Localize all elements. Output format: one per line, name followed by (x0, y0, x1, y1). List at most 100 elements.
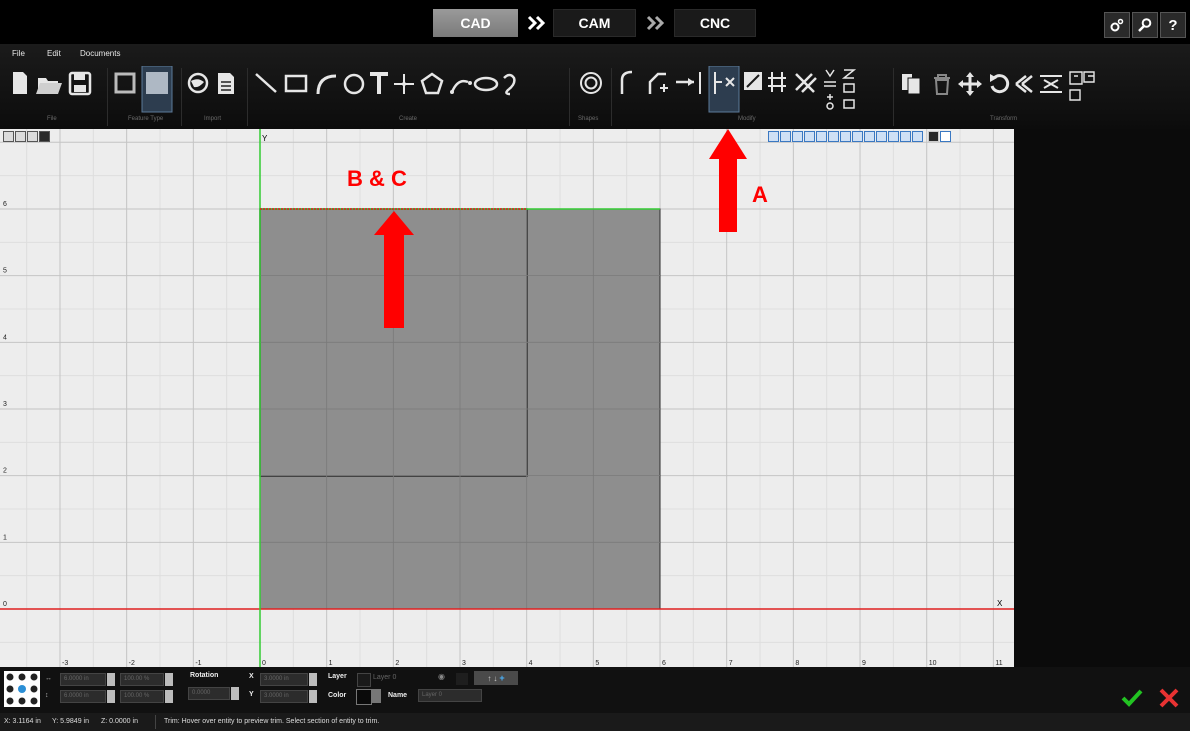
modify-tools[interactable] (616, 66, 890, 114)
layer-order-buttons[interactable]: ↑ ↓ + (474, 671, 518, 685)
snap-toolbar (768, 131, 951, 144)
x-tick-label: 1 (329, 660, 333, 667)
color-label: Color (328, 692, 347, 699)
circle-icon (343, 73, 365, 95)
layer-down-icon[interactable]: ↓ (493, 674, 497, 683)
x-tick-label: 7 (729, 660, 733, 667)
snap-midpoint-icon[interactable] (816, 131, 827, 142)
name-field[interactable]: Layer 0 (418, 689, 482, 702)
status-x: X: 3.1164 in (4, 718, 41, 725)
snap-nearest-icon[interactable] (840, 131, 851, 142)
menu-file[interactable]: File (12, 49, 25, 58)
shapes-tools[interactable] (578, 70, 606, 96)
zoom-window-icon[interactable] (39, 131, 50, 142)
x-tick-label: 5 (595, 660, 599, 667)
pan-icon[interactable] (3, 131, 14, 142)
color-swatch[interactable] (356, 689, 372, 705)
scale-width-field[interactable]: 100.00 % (120, 673, 164, 686)
cancel-button[interactable] (1158, 687, 1180, 714)
add-layer-icon[interactable]: + (499, 673, 504, 683)
zoom-in-icon[interactable] (15, 131, 26, 142)
separator (893, 68, 894, 126)
layer-dropdown[interactable]: Layer 0 (373, 674, 396, 681)
rotation-stepper[interactable] (231, 687, 239, 700)
eye-icon[interactable]: ◉ (438, 672, 445, 681)
x-position-stepper[interactable] (309, 673, 317, 686)
y-tick-label: 1 (3, 534, 7, 541)
height-field[interactable]: 6.0000 in (60, 690, 106, 703)
snap-circle-icon[interactable] (900, 131, 911, 142)
group-label-modify: Modify (738, 116, 756, 122)
grid-toggle-icon[interactable] (940, 131, 951, 142)
tab-cam[interactable]: CAM (553, 9, 636, 37)
chamfer-icon (648, 72, 668, 94)
status-divider (155, 715, 156, 729)
scale-height-field[interactable]: 100.00 % (120, 690, 164, 703)
snap-perpendicular-icon[interactable] (852, 131, 863, 142)
width-stepper[interactable] (107, 673, 115, 686)
view-toolbar (3, 131, 50, 144)
anchor-point-selector[interactable] (4, 671, 40, 707)
y-tick-label: 5 (3, 268, 7, 275)
array-icon (1069, 71, 1095, 101)
lock-icon[interactable] (456, 673, 468, 685)
import-tools[interactable] (186, 70, 242, 96)
copy-icon (902, 74, 921, 95)
x-position-field[interactable]: 3.0000 in (260, 673, 308, 686)
x-tick-label: 0 (262, 660, 266, 667)
drawing-canvas[interactable]: -3 -2 -1 0 1 2 3 4 5 6 7 8 9 10 11 0 1 2 3 4 5 6 X Y (0, 129, 1014, 667)
y-position-field[interactable]: 3.0000 in (260, 690, 308, 703)
tab-cad[interactable]: CAD (433, 9, 518, 37)
group-label-import: Import (204, 116, 222, 122)
annotation-label-bc: B & C (347, 166, 407, 191)
width-field[interactable]: 6.0000 in (60, 673, 106, 686)
drawing-area[interactable]: -3 -2 -1 0 1 2 3 4 5 6 7 8 9 10 11 0 1 2 3 4 5 6 X Y (0, 129, 1014, 667)
layer-up-icon[interactable]: ↑ (487, 674, 491, 683)
polyline-icon (450, 79, 472, 94)
transform-tools[interactable] (898, 70, 1118, 104)
scale-width-stepper[interactable] (165, 673, 173, 686)
help-icon[interactable]: ? (1160, 12, 1186, 38)
height-stepper[interactable] (107, 690, 115, 703)
line-icon (255, 73, 277, 93)
import-document-icon (218, 73, 234, 94)
snap-arc-icon[interactable] (912, 131, 923, 142)
mode-bar: CAD CAM CNC ? (0, 0, 1190, 44)
accept-button[interactable] (1120, 687, 1144, 714)
feature-type-tools[interactable] (112, 66, 178, 114)
snap-center-icon[interactable] (780, 131, 791, 142)
snap-endpoint-icon[interactable] (792, 131, 803, 142)
zoom-extents-icon[interactable] (27, 131, 38, 142)
rotation-field[interactable]: 0.0000 (188, 687, 230, 700)
create-tools[interactable] (254, 70, 566, 96)
shapes-icon (580, 72, 602, 94)
color-dropdown-icon[interactable] (371, 689, 381, 703)
separator (107, 68, 108, 126)
scale-height-stepper[interactable] (165, 690, 173, 703)
snap-intersection-icon[interactable] (828, 131, 839, 142)
y-tick-label: 0 (3, 601, 7, 608)
menu-documents[interactable]: Documents (80, 49, 120, 58)
x-tick-label: 6 (662, 660, 666, 667)
display-mode-icon[interactable] (928, 131, 939, 142)
ribbon-toolbar: File Edit Documents File Feature Type Im… (0, 44, 1190, 129)
mirror-icon (1015, 75, 1033, 93)
file-tools[interactable] (10, 70, 100, 96)
snap-angle-icon[interactable] (876, 131, 887, 142)
snap-grid-icon[interactable] (804, 131, 815, 142)
y-tick-label: 2 (3, 468, 7, 475)
x-tick-label: -1 (195, 660, 201, 667)
snap-parallel-icon[interactable] (864, 131, 875, 142)
text-icon (370, 72, 388, 94)
right-panel (1014, 129, 1190, 667)
weld-icon (795, 73, 817, 93)
settings-icon[interactable] (1104, 12, 1130, 38)
snap-quadrant-icon[interactable] (888, 131, 899, 142)
extend-icon (676, 72, 701, 94)
tab-cnc[interactable]: CNC (674, 9, 756, 37)
snap-tangent-icon[interactable] (768, 131, 779, 142)
menu-edit[interactable]: Edit (47, 49, 61, 58)
y-position-stepper[interactable] (309, 690, 317, 703)
x-tick-label: 11 (995, 660, 1002, 667)
search-icon[interactable] (1132, 12, 1158, 38)
